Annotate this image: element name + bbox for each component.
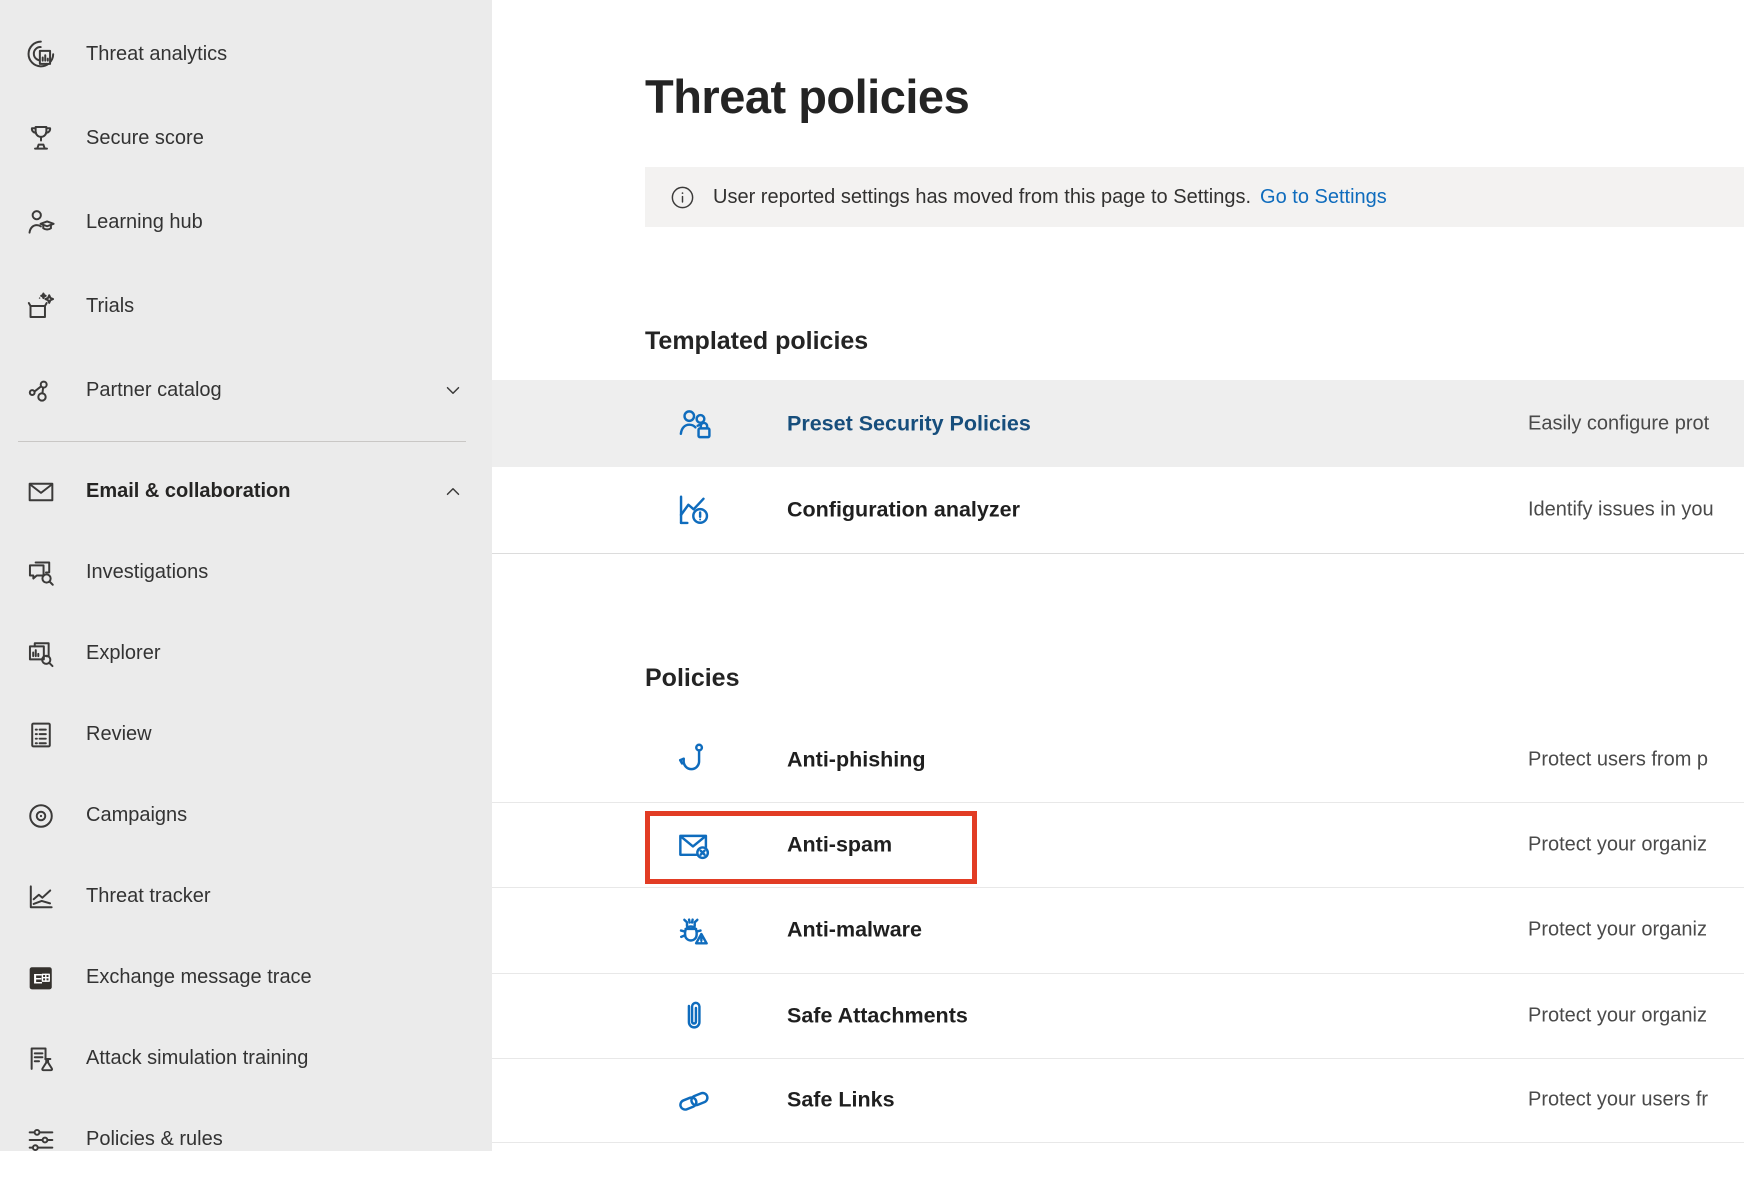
sliders-icon [22,1123,60,1157]
page-title: Threat policies [645,69,969,124]
policies-list: Anti-phishing Protect users from p Anti-… [492,717,1744,1143]
sidebar-item-label: Review [86,723,152,746]
row-preset-security-policies[interactable]: Preset Security Policies Easily configur… [492,380,1744,467]
explorer-icon [22,637,60,671]
sidebar-item-label: Policies & rules [86,1128,223,1151]
row-label: Configuration analyzer [787,498,1020,523]
partner-catalog-icon [22,373,60,407]
line-chart-icon [22,880,60,914]
sidebar-item-threat-analytics[interactable]: Threat analytics [0,12,492,96]
sidebar-item-label: Exchange message trace [86,966,312,989]
templated-policies-heading: Templated policies [645,327,868,356]
sidebar-group-email-collaboration: Email & collaboration Investigations [0,451,492,1180]
sidebar-item-label: Partner catalog [86,379,222,402]
envelope-icon [22,475,60,509]
configuration-analyzer-icon [671,489,717,531]
row-safe-links[interactable]: Safe Links Protect your users fr [492,1058,1744,1143]
row-label: Anti-spam [787,833,892,858]
chevron-down-icon[interactable] [442,379,464,401]
learning-hub-icon [22,205,60,239]
svg-text:E: E [33,971,42,987]
sidebar-item-threat-tracker[interactable]: Threat tracker [0,856,492,937]
sidebar-item-label: Campaigns [86,804,187,827]
bug-warning-icon [671,909,717,951]
trophy-icon [22,121,60,155]
envelope-blocked-icon [671,824,717,866]
chevron-up-icon[interactable] [442,481,464,503]
row-description: Protect your organiz [1528,834,1707,857]
sidebar-item-label: Attack simulation training [86,1047,308,1070]
sidebar-item-label: Learning hub [86,211,203,234]
row-anti-spam[interactable]: Anti-spam Protect your organiz [492,802,1744,887]
chain-links-icon [671,1079,717,1121]
row-description: Identify issues in you [1528,499,1714,522]
row-label: Safe Attachments [787,1003,968,1028]
sidebar-item-label: Email & collaboration [86,480,290,503]
row-description: Protect your organiz [1528,1004,1707,1027]
sidebar-item-label: Explorer [86,642,160,665]
row-anti-phishing[interactable]: Anti-phishing Protect users from p [492,717,1744,802]
sidebar-item-exchange-message-trace[interactable]: E Exchange message trace [0,937,492,1018]
sidebar: Threat analytics Secure score [0,0,492,1151]
sidebar-item-investigations[interactable]: Investigations [0,532,492,613]
sidebar-item-label: Trials [86,295,134,318]
row-description: Protect users from p [1528,748,1708,771]
sidebar-item-learning-hub[interactable]: Learning hub [0,180,492,264]
threat-analytics-icon [22,37,60,71]
sidebar-item-label: Investigations [86,561,208,584]
sidebar-item-label: Threat analytics [86,43,227,66]
sidebar-item-label: Secure score [86,127,204,150]
sidebar-item-policies-rules[interactable]: Policies & rules [0,1099,492,1180]
row-description: Protect your organiz [1528,919,1707,942]
row-label: Safe Links [787,1088,895,1113]
preset-security-policies-icon [671,403,717,445]
row-label: Preset Security Policies [787,411,1031,436]
target-icon [22,799,60,833]
fish-hook-icon [671,739,717,781]
sidebar-group-top: Threat analytics Secure score [0,12,492,432]
banner-message: User reported settings has moved from th… [713,186,1251,209]
row-anti-malware[interactable]: Anti-malware Protect your organiz [492,887,1744,972]
info-icon [669,184,696,211]
row-configuration-analyzer[interactable]: Configuration analyzer Identify issues i… [492,467,1744,554]
sidebar-item-label: Threat tracker [86,885,210,908]
exchange-icon: E [22,961,60,995]
paperclip-icon [671,995,717,1037]
sidebar-item-review[interactable]: Review [0,694,492,775]
sidebar-item-secure-score[interactable]: Secure score [0,96,492,180]
templated-policies-list: Preset Security Policies Easily configur… [492,380,1744,554]
attack-simulation-icon [22,1042,60,1076]
row-safe-attachments[interactable]: Safe Attachments Protect your organiz [492,973,1744,1058]
policies-heading: Policies [645,664,740,693]
main-content: Threat policies User reported settings h… [492,0,1744,1151]
row-description: Protect your users fr [1528,1089,1708,1112]
go-to-settings-link[interactable]: Go to Settings [1260,186,1387,209]
sidebar-item-attack-simulation-training[interactable]: Attack simulation training [0,1018,492,1099]
sidebar-item-email-collaboration[interactable]: Email & collaboration [0,451,492,532]
sidebar-divider [18,441,466,442]
row-description: Easily configure prot [1528,412,1709,435]
trials-icon [22,289,60,323]
investigations-icon [22,556,60,590]
row-label: Anti-phishing [787,747,926,772]
sidebar-item-explorer[interactable]: Explorer [0,613,492,694]
info-banner: User reported settings has moved from th… [645,167,1744,227]
sidebar-item-campaigns[interactable]: Campaigns [0,775,492,856]
review-icon [22,718,60,752]
sidebar-item-partner-catalog[interactable]: Partner catalog [0,348,492,432]
sidebar-item-trials[interactable]: Trials [0,264,492,348]
row-label: Anti-malware [787,918,922,943]
